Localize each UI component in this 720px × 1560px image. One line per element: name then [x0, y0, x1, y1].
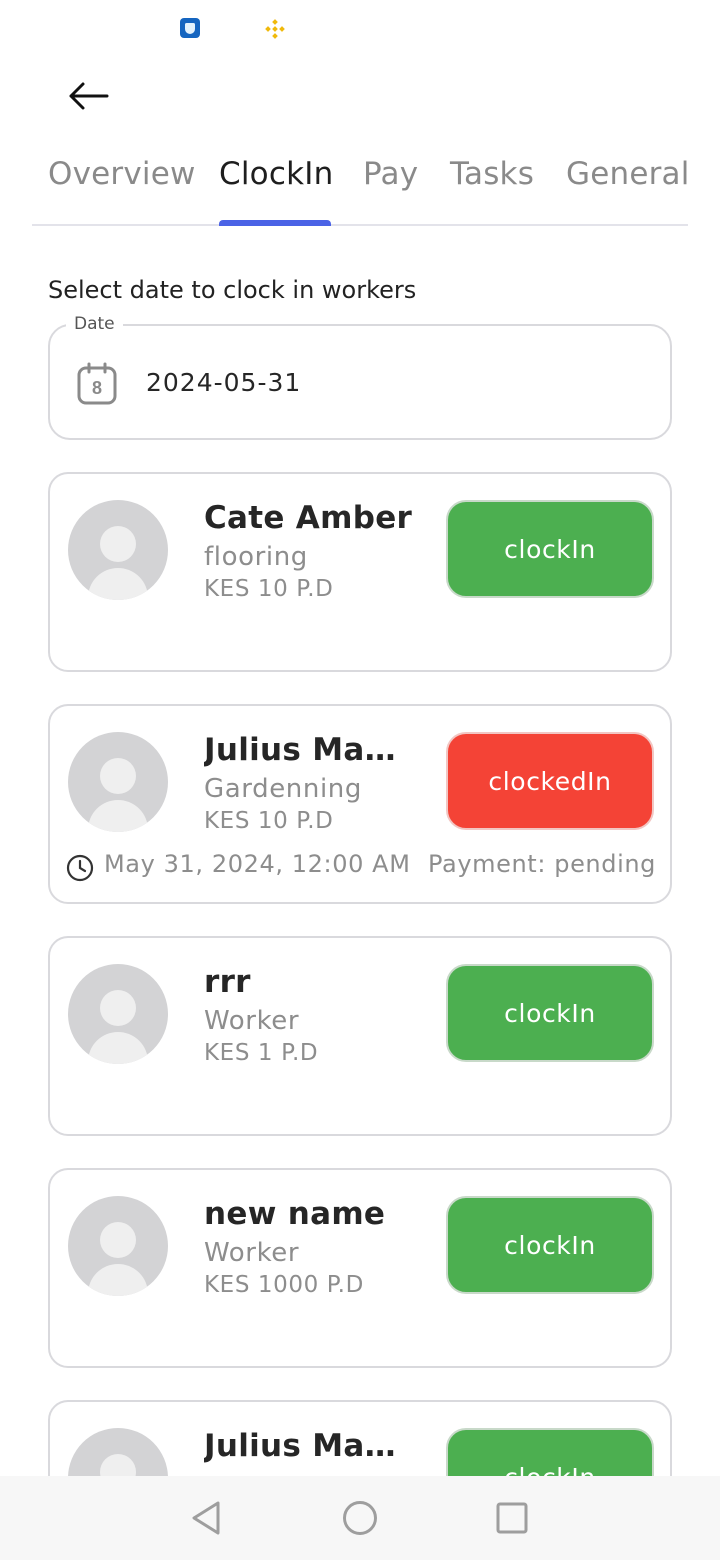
worker-role: Worker — [204, 1006, 300, 1036]
worker-role: flooring — [204, 542, 308, 572]
worker-rate: KES 10 P.D — [204, 808, 334, 834]
worker-name: Julius Mam... — [204, 1428, 422, 1464]
arrow-left-icon — [69, 82, 109, 110]
calendar-day-number: 8 — [92, 378, 102, 398]
worker-rate: KES 10 P.D — [204, 576, 334, 602]
worker-card: new name Worker KES 1000 P.D clockIn — [48, 1168, 672, 1368]
app-bar — [0, 56, 720, 140]
worker-name: Julius Mam... — [204, 732, 422, 768]
worker-rate: KES 1000 P.D — [204, 1272, 364, 1298]
clock-in-button[interactable]: clockIn — [446, 1196, 654, 1294]
worker-card: Cate Amber flooring KES 10 P.D clockIn — [48, 472, 672, 672]
tab-tasks[interactable]: Tasks — [450, 156, 534, 192]
avatar — [68, 1428, 168, 1476]
tab-pay[interactable]: Pay — [363, 156, 418, 192]
payment-status: Payment: pending — [428, 850, 656, 878]
avatar — [68, 1196, 168, 1296]
clock-in-button[interactable]: clockIn — [446, 500, 654, 598]
date-value: 2024-05-31 — [146, 368, 302, 397]
status-bar — [0, 0, 720, 56]
clock-in-button[interactable]: clockIn — [446, 964, 654, 1062]
recents-square-icon[interactable] — [492, 1498, 532, 1538]
worker-rate: KES 1 P.D — [204, 1040, 319, 1066]
tab-clockin[interactable]: ClockIn — [219, 156, 333, 192]
clock-icon — [66, 854, 94, 882]
worker-name: rrr — [204, 964, 251, 1000]
system-nav-bar — [0, 1476, 720, 1560]
worker-name: new name — [204, 1196, 386, 1232]
shield-app-icon — [180, 18, 200, 38]
binance-icon — [265, 19, 285, 39]
date-field[interactable]: Date 8 2024-05-31 — [48, 314, 672, 440]
date-field-label: Date — [66, 314, 123, 334]
clock-in-details: May 31, 2024, 12:00 AM Payment: pending — [66, 850, 656, 884]
tab-bar: Overview ClockIn Pay Tasks General — [32, 140, 690, 226]
clock-in-button[interactable]: clockIn — [446, 1428, 654, 1476]
tab-overview[interactable]: Overview — [48, 156, 196, 192]
back-triangle-icon[interactable] — [186, 1498, 226, 1538]
worker-card: Julius Mam... clockIn — [48, 1400, 672, 1476]
clock-in-time: May 31, 2024, 12:00 AM — [104, 850, 411, 878]
worker-list[interactable]: Cate Amber flooring KES 10 P.D clockIn J… — [0, 456, 720, 1476]
avatar — [68, 732, 168, 832]
avatar — [68, 964, 168, 1064]
tab-general[interactable]: General — [566, 156, 690, 192]
back-button[interactable] — [60, 74, 116, 118]
calendar-icon: 8 — [77, 362, 117, 405]
worker-role: Gardenning — [204, 774, 362, 804]
home-circle-icon[interactable] — [340, 1498, 380, 1538]
avatar — [68, 500, 168, 600]
worker-card: rrr Worker KES 1 P.D clockIn — [48, 936, 672, 1136]
worker-card: Julius Mam... Gardenning KES 10 P.D cloc… — [48, 704, 672, 904]
worker-name: Cate Amber — [204, 500, 413, 536]
worker-role: Worker — [204, 1238, 300, 1268]
clocked-in-button[interactable]: clockedIn — [446, 732, 654, 830]
active-tab-indicator — [219, 220, 331, 226]
select-date-prompt: Select date to clock in workers — [48, 276, 417, 304]
